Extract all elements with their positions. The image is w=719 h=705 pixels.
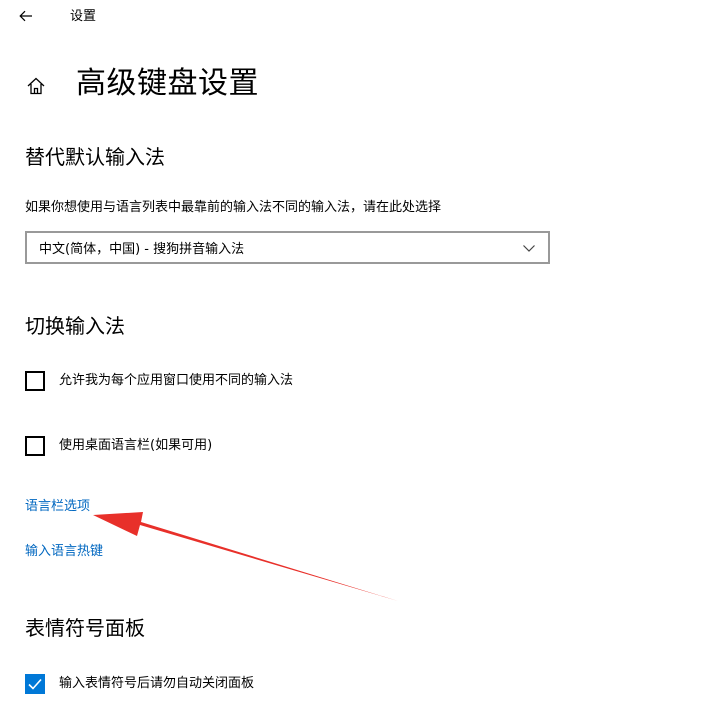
desktop-language-bar-checkbox[interactable]: 使用桌面语言栏(如果可用) xyxy=(25,436,212,456)
checkbox-box-checked[interactable] xyxy=(25,674,45,694)
per-app-input-checkbox[interactable]: 允许我为每个应用窗口使用不同的输入法 xyxy=(25,371,293,391)
page-title: 高级键盘设置 xyxy=(76,66,259,101)
checkbox-label: 输入表情符号后请勿自动关闭面板 xyxy=(59,676,255,691)
section-heading-override: 替代默认输入法 xyxy=(25,145,165,169)
chevron-down-icon xyxy=(523,245,535,252)
home-icon xyxy=(27,77,45,95)
language-bar-options-link[interactable]: 语言栏选项 xyxy=(25,497,90,517)
checkbox-label: 允许我为每个应用窗口使用不同的输入法 xyxy=(59,373,294,388)
checkbox-box[interactable] xyxy=(25,371,45,391)
section-heading-emoji: 表情符号面板 xyxy=(25,616,145,640)
checkmark-icon xyxy=(28,678,42,690)
override-description: 如果你想使用与语言列表中最靠前的输入法不同的输入法，请在此处选择 xyxy=(25,200,442,215)
input-method-dropdown[interactable]: 中文(简体，中国) - 搜狗拼音输入法 xyxy=(25,231,550,264)
input-language-hotkeys-link[interactable]: 输入语言热键 xyxy=(25,542,103,562)
window-title: 设置 xyxy=(70,9,97,24)
dropdown-selected-value: 中文(简体，中国) - 搜狗拼音输入法 xyxy=(39,242,245,257)
checkbox-label: 使用桌面语言栏(如果可用) xyxy=(59,438,213,453)
back-button[interactable] xyxy=(14,4,38,28)
checkbox-box[interactable] xyxy=(25,436,45,456)
section-heading-switching: 切换输入法 xyxy=(25,314,125,338)
keep-emoji-panel-open-checkbox[interactable]: 输入表情符号后请勿自动关闭面板 xyxy=(25,674,254,694)
arrow-left-icon xyxy=(19,10,32,22)
